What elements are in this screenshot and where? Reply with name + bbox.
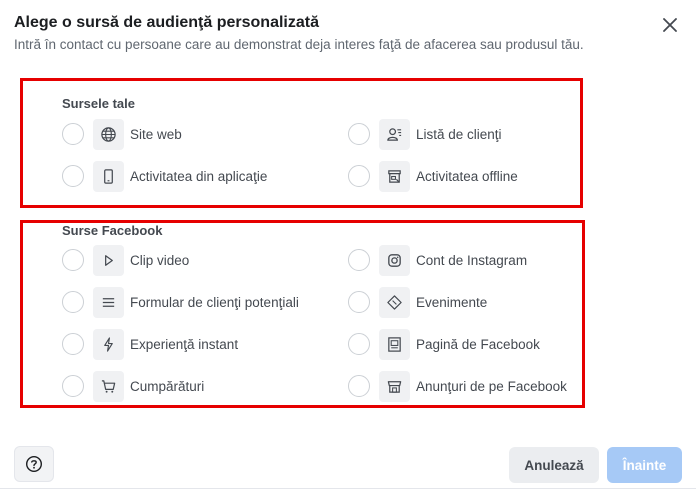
option-app-activity[interactable]: Activitatea din aplicaţie: [62, 159, 267, 193]
option-instagram-account[interactable]: Cont de Instagram: [348, 243, 527, 277]
radio-button[interactable]: [62, 123, 84, 145]
option-shopping[interactable]: Cumpărături: [62, 369, 204, 403]
radio-button[interactable]: [348, 375, 370, 397]
option-label: Cont de Instagram: [416, 252, 528, 268]
help-button[interactable]: [14, 446, 54, 482]
option-label: Anunţuri de pe Facebook: [416, 378, 567, 394]
section-title-facebook-sources: Surse Facebook: [62, 223, 163, 238]
section-title-your-sources: Sursele tale: [62, 96, 135, 111]
option-label: Clip video: [130, 252, 190, 268]
cancel-button[interactable]: Anulează: [509, 447, 599, 483]
radio-button[interactable]: [62, 375, 84, 397]
next-button[interactable]: Înainte: [607, 447, 682, 483]
customer-list-icon: [379, 118, 410, 150]
store-icon: [379, 160, 410, 192]
option-label: Formular de clienţi potenţiali: [130, 294, 299, 310]
radio-button[interactable]: [348, 249, 370, 271]
option-label: Pagină de Facebook: [416, 336, 540, 352]
close-button[interactable]: [657, 12, 683, 38]
form-lines-icon: [93, 286, 124, 318]
mobile-app-icon: [93, 160, 124, 192]
bottom-divider: [0, 488, 696, 489]
option-website[interactable]: Site web: [62, 117, 182, 151]
option-facebook-listings[interactable]: Anunţuri de pe Facebook: [348, 369, 567, 403]
radio-button[interactable]: [348, 291, 370, 313]
option-label: Listă de clienţi: [416, 126, 502, 142]
cart-icon: [93, 370, 124, 402]
radio-button[interactable]: [348, 165, 370, 187]
option-events[interactable]: Evenimente: [348, 285, 487, 319]
option-facebook-page[interactable]: Pagină de Facebook: [348, 327, 540, 361]
instagram-icon: [379, 244, 410, 276]
radio-button[interactable]: [62, 165, 84, 187]
play-icon: [93, 244, 124, 276]
dialog-title: Alege o sursă de audienţă personalizată: [14, 14, 319, 31]
close-icon: [663, 18, 677, 32]
option-label: Evenimente: [416, 294, 488, 310]
custom-audience-dialog: Alege o sursă de audienţă personalizată …: [0, 0, 696, 492]
ticket-icon: [379, 286, 410, 318]
dialog-subtitle: Intră în contact cu persoane care au dem…: [14, 37, 584, 52]
option-lead-form[interactable]: Formular de clienţi potenţiali: [62, 285, 299, 319]
option-video[interactable]: Clip video: [62, 243, 189, 277]
marketplace-icon: [379, 370, 410, 402]
option-label: Site web: [130, 126, 182, 142]
option-customer-list[interactable]: Listă de clienţi: [348, 117, 502, 151]
page-icon: [379, 328, 410, 360]
lightning-icon: [93, 328, 124, 360]
option-offline-activity[interactable]: Activitatea offline: [348, 159, 518, 193]
globe-icon: [93, 118, 124, 150]
radio-button[interactable]: [348, 333, 370, 355]
question-circle-icon: [25, 455, 43, 473]
radio-button[interactable]: [62, 291, 84, 313]
option-label: Cumpărături: [130, 378, 205, 394]
radio-button[interactable]: [62, 333, 84, 355]
radio-button[interactable]: [62, 249, 84, 271]
option-label: Activitatea din aplicaţie: [130, 168, 268, 184]
option-label: Experienţă instant: [130, 336, 239, 352]
option-label: Activitatea offline: [416, 168, 518, 184]
option-instant-experience[interactable]: Experienţă instant: [62, 327, 238, 361]
radio-button[interactable]: [348, 123, 370, 145]
